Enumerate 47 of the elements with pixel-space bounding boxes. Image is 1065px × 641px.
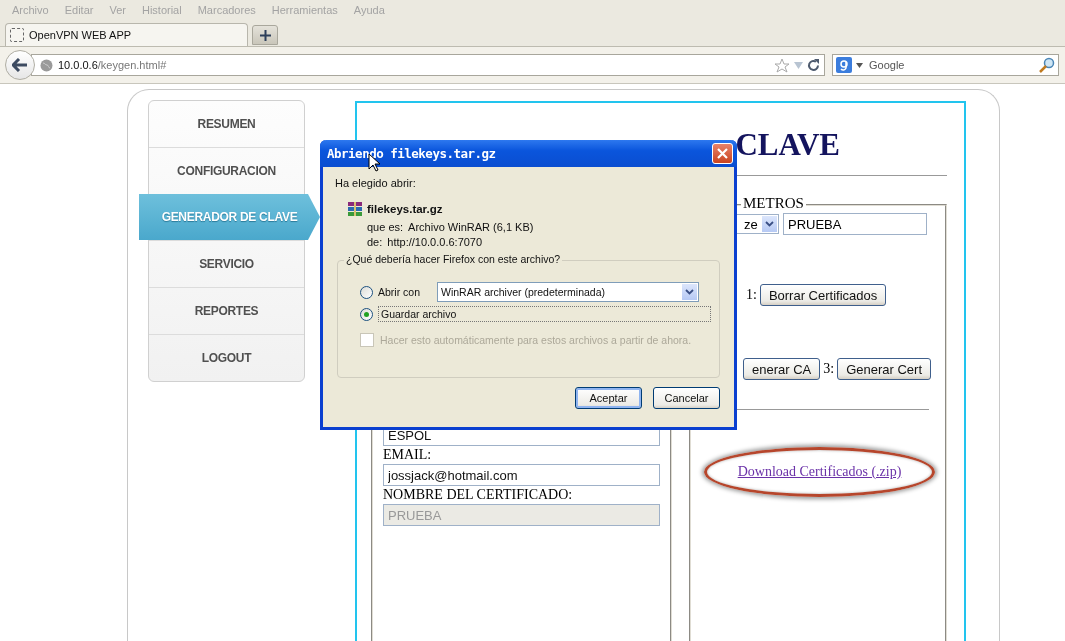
text-field[interactable]: jossjack@hotmail.com [383,464,660,486]
reload-icon[interactable] [807,58,820,72]
close-button[interactable] [712,143,733,164]
text-field[interactable]: PRUEBA [783,213,927,235]
intro-text: Ha elegido abrir: [335,177,417,189]
meta-label: que es: [367,221,404,233]
action-button[interactable]: enerar CA [743,358,821,380]
search-field[interactable]: Google [832,54,1059,76]
archive-icon [347,201,363,217]
download-link[interactable]: Download Certificados (.zip) [737,464,902,480]
option-label[interactable]: Guardar archivo [378,306,711,322]
sidebar-item[interactable]: REPORTES [149,287,304,334]
meta-value: http://10.0.0.6:7070 [387,236,483,248]
group-legend: ¿Qué debería hacer Firefox con este archivo? [344,253,563,265]
browser-tab[interactable]: OpenVPN WEB APP [5,23,248,46]
dialog-button[interactable]: Cancelar [653,387,720,409]
dialog-title: Abriendo filekeys.tar.gz [327,146,496,161]
back-arrow-icon [12,58,28,72]
close-icon [717,148,728,159]
radio-button[interactable] [360,285,373,299]
app-dropdown[interactable]: WinRAR archiver (predeterminada) [437,282,699,302]
globe-icon [40,58,53,72]
new-tab-button[interactable] [252,25,278,45]
step-number: 1: [746,287,757,303]
back-button[interactable] [5,50,35,80]
option-label[interactable]: Abrir con [378,286,420,298]
search-input[interactable]: Google [867,58,1021,72]
search-icon[interactable] [1039,57,1055,73]
search-engine-icon[interactable] [836,57,852,73]
dialog-button[interactable]: Aceptar [575,387,642,409]
sidebar-item[interactable]: SERVICIO [149,240,304,287]
field-label: EMAIL: [383,446,433,464]
action-button[interactable]: Generar Cert [837,358,931,380]
field-label: NOMBRE DEL CERTIFICADO: [383,486,574,504]
address-bar[interactable]: 10.0.0.6/keygen.html# [31,54,825,76]
action-button[interactable]: Borrar Certificados [759,284,887,306]
sidebar-item[interactable]: RESUMEN [149,101,304,147]
meta-label: de: [367,236,383,248]
page-title: CLAVE [735,127,840,163]
dropdown-arrow-icon[interactable] [856,62,863,68]
meta-value: Archivo WinRAR (6,1 KB) [408,221,534,233]
sidebar-item[interactable]: LOGOUT [149,334,304,381]
plus-icon [259,29,271,41]
step-number: 3: [823,361,835,377]
star-icon[interactable] [774,57,790,73]
radio-button[interactable] [360,307,373,321]
file-name: filekeys.tar.gz [367,203,443,215]
